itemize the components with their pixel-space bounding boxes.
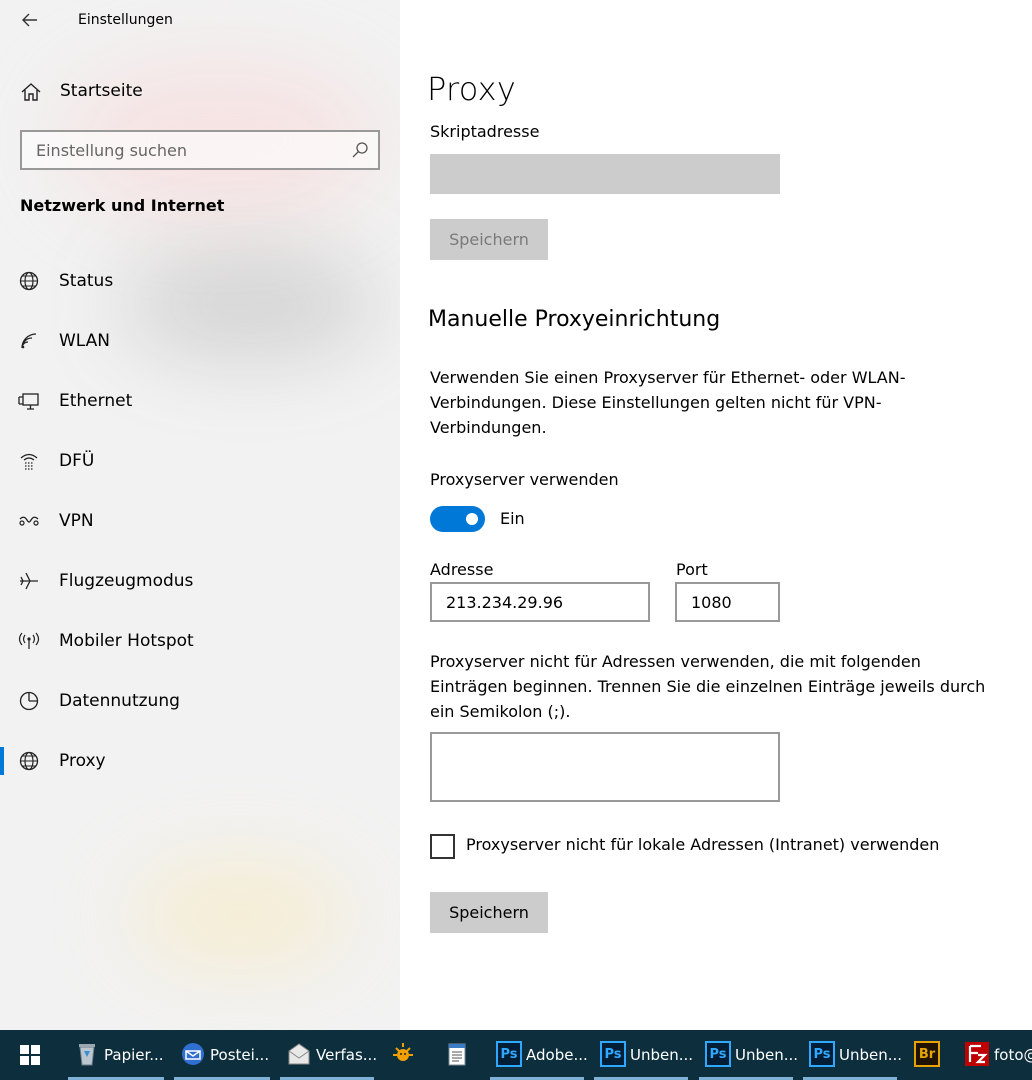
taskbar-item-label: Unben... bbox=[735, 1046, 799, 1064]
notepad-icon bbox=[448, 1043, 466, 1066]
start-button[interactable] bbox=[0, 1030, 60, 1080]
globe-icon bbox=[19, 751, 39, 771]
search-icon[interactable] bbox=[350, 140, 370, 160]
taskbar-item-filezilla[interactable]: foto@ bbox=[958, 1030, 1032, 1080]
airplane-icon bbox=[20, 572, 38, 590]
mail-inbox-icon bbox=[182, 1043, 204, 1065]
search-box[interactable] bbox=[20, 130, 380, 170]
sidebar-item-flugzeugmodus[interactable]: Flugzeugmodus bbox=[0, 551, 400, 611]
taskbar-item-label: Papier... bbox=[104, 1046, 164, 1064]
address-input[interactable] bbox=[430, 582, 650, 622]
dialup-icon bbox=[20, 453, 38, 470]
sidebar-item-label: Ethernet bbox=[59, 391, 133, 411]
taskbar-item-label: foto@ bbox=[994, 1046, 1032, 1064]
sidebar-item-label: Status bbox=[59, 271, 114, 291]
taskbar-item-label: Unben... bbox=[839, 1046, 903, 1064]
hotspot-icon bbox=[18, 632, 40, 649]
sidebar-item-proxy[interactable]: Proxy bbox=[0, 731, 400, 791]
taskbar-item-bridge[interactable]: Br bbox=[908, 1030, 952, 1080]
taskbar-item-recycle-bin[interactable]: Papier... bbox=[68, 1030, 164, 1080]
data-usage-icon bbox=[19, 691, 39, 711]
title-bar: Einstellungen bbox=[0, 0, 400, 42]
page-title: Proxy bbox=[427, 70, 517, 108]
toggle-state-label: Ein bbox=[500, 509, 525, 528]
recycle-bin-icon bbox=[79, 1044, 95, 1066]
photoshop-icon: Ps bbox=[496, 1041, 522, 1067]
sidebar-item-status[interactable]: Status bbox=[0, 251, 400, 311]
taskbar-item-label: Postei... bbox=[210, 1046, 270, 1064]
sidebar-item-datennutzung[interactable]: Datennutzung bbox=[0, 671, 400, 731]
sidebar-item-vpn[interactable]: VPN bbox=[0, 491, 400, 551]
sidebar-item-home[interactable]: Startseite bbox=[0, 72, 400, 112]
search-input[interactable] bbox=[22, 132, 342, 168]
local-bypass-checkbox[interactable] bbox=[430, 834, 455, 859]
taskbar: Papier... Postei... Verfas... Ps Adobe..… bbox=[0, 1030, 1032, 1080]
windows-logo-icon bbox=[20, 1045, 40, 1065]
sidebar-item-label: VPN bbox=[59, 511, 94, 531]
taskbar-item-label: Unben... bbox=[630, 1046, 694, 1064]
filezilla-icon bbox=[965, 1042, 989, 1066]
acrylic-highlight bbox=[130, 860, 350, 970]
main-content: Proxy Skriptadresse Speichern Manuelle P… bbox=[400, 0, 1032, 1030]
use-proxy-label: Proxyserver verwenden bbox=[430, 470, 619, 489]
app-title: Einstellungen bbox=[78, 12, 173, 28]
exceptions-description: Proxyserver nicht für Adressen verwenden… bbox=[430, 652, 986, 721]
taskbar-item-compose[interactable]: Verfas... bbox=[280, 1030, 378, 1080]
save-button[interactable]: Speichern bbox=[430, 892, 548, 933]
sidebar-item-label: Mobiler Hotspot bbox=[59, 631, 194, 651]
taskbar-item-photoshop-doc[interactable]: Ps Unben... bbox=[803, 1030, 902, 1080]
taskbar-item-app[interactable] bbox=[384, 1030, 428, 1080]
compose-mail-icon bbox=[288, 1043, 310, 1065]
taskbar-item-photoshop-doc[interactable]: Ps Unben... bbox=[699, 1030, 798, 1080]
script-address-input[interactable] bbox=[430, 154, 780, 194]
taskbar-item-photoshop-doc[interactable]: Ps Unben... bbox=[594, 1030, 693, 1080]
photoshop-icon: Ps bbox=[705, 1041, 731, 1067]
exceptions-input[interactable] bbox=[430, 732, 780, 802]
local-bypass-label[interactable]: Proxyserver nicht für lokale Adressen (I… bbox=[466, 835, 939, 854]
back-arrow-icon bbox=[22, 13, 37, 27]
home-icon bbox=[21, 83, 41, 101]
save-script-button[interactable]: Speichern bbox=[430, 219, 548, 260]
sidebar-nav: Status WLAN Ethernet DFÜ VPN Flugzeugmod… bbox=[0, 251, 400, 791]
taskbar-item-label: Adobe... bbox=[526, 1046, 588, 1064]
ethernet-icon bbox=[18, 393, 39, 410]
app-sun-icon bbox=[393, 1043, 413, 1061]
taskbar-item-mail[interactable]: Postei... bbox=[174, 1030, 270, 1080]
sidebar-item-label: Proxy bbox=[59, 751, 106, 771]
globe-status-icon bbox=[19, 271, 39, 291]
sidebar-item-label: Datennutzung bbox=[59, 691, 180, 711]
bridge-icon: Br bbox=[914, 1041, 940, 1067]
sidebar-item-dfue[interactable]: DFÜ bbox=[0, 431, 400, 491]
section-title: Netzwerk und Internet bbox=[20, 196, 225, 215]
toggle-knob bbox=[466, 513, 478, 525]
sidebar: Einstellungen Startseite Netzwerk und In… bbox=[0, 0, 400, 1030]
section-heading: Manuelle Proxyeinrichtung bbox=[428, 307, 721, 332]
sidebar-item-wlan[interactable]: WLAN bbox=[0, 311, 400, 371]
script-address-label: Skriptadresse bbox=[430, 122, 540, 141]
taskbar-item-label: Verfas... bbox=[316, 1046, 378, 1064]
port-input[interactable] bbox=[675, 582, 780, 622]
taskbar-item-photoshop[interactable]: Ps Adobe... bbox=[490, 1030, 588, 1080]
active-indicator bbox=[0, 747, 4, 775]
sidebar-item-label: Startseite bbox=[60, 81, 143, 101]
sidebar-item-label: DFÜ bbox=[59, 451, 95, 471]
sidebar-item-mobiler-hotspot[interactable]: Mobiler Hotspot bbox=[0, 611, 400, 671]
taskbar-item-notepad[interactable] bbox=[438, 1030, 482, 1080]
vpn-icon bbox=[19, 516, 39, 526]
photoshop-icon: Ps bbox=[809, 1041, 835, 1067]
use-proxy-toggle[interactable] bbox=[430, 506, 485, 532]
sidebar-item-label: WLAN bbox=[59, 331, 111, 351]
port-label: Port bbox=[676, 560, 708, 579]
sidebar-item-label: Flugzeugmodus bbox=[59, 571, 194, 591]
manual-description: Verwenden Sie einen Proxyserver für Ethe… bbox=[430, 368, 906, 437]
photoshop-icon: Ps bbox=[600, 1041, 626, 1067]
wifi-icon bbox=[21, 333, 37, 349]
sidebar-item-ethernet[interactable]: Ethernet bbox=[0, 371, 400, 431]
address-label: Adresse bbox=[430, 560, 494, 579]
back-button[interactable] bbox=[14, 6, 46, 34]
